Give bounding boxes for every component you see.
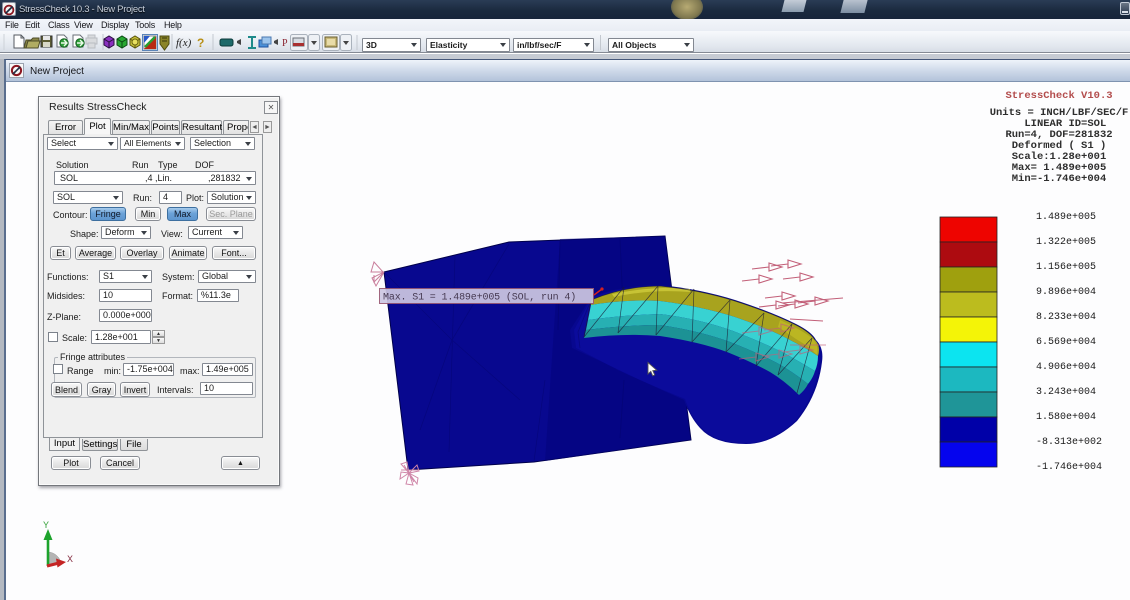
- svg-text:Max. S1 = 1.489e+005 (SOL, ru: Max. S1 = 1.489e+005 (SOL, run 4): [383, 292, 576, 304]
- svg-text:Y: Y: [43, 521, 49, 532]
- svg-text:X: X: [67, 555, 73, 566]
